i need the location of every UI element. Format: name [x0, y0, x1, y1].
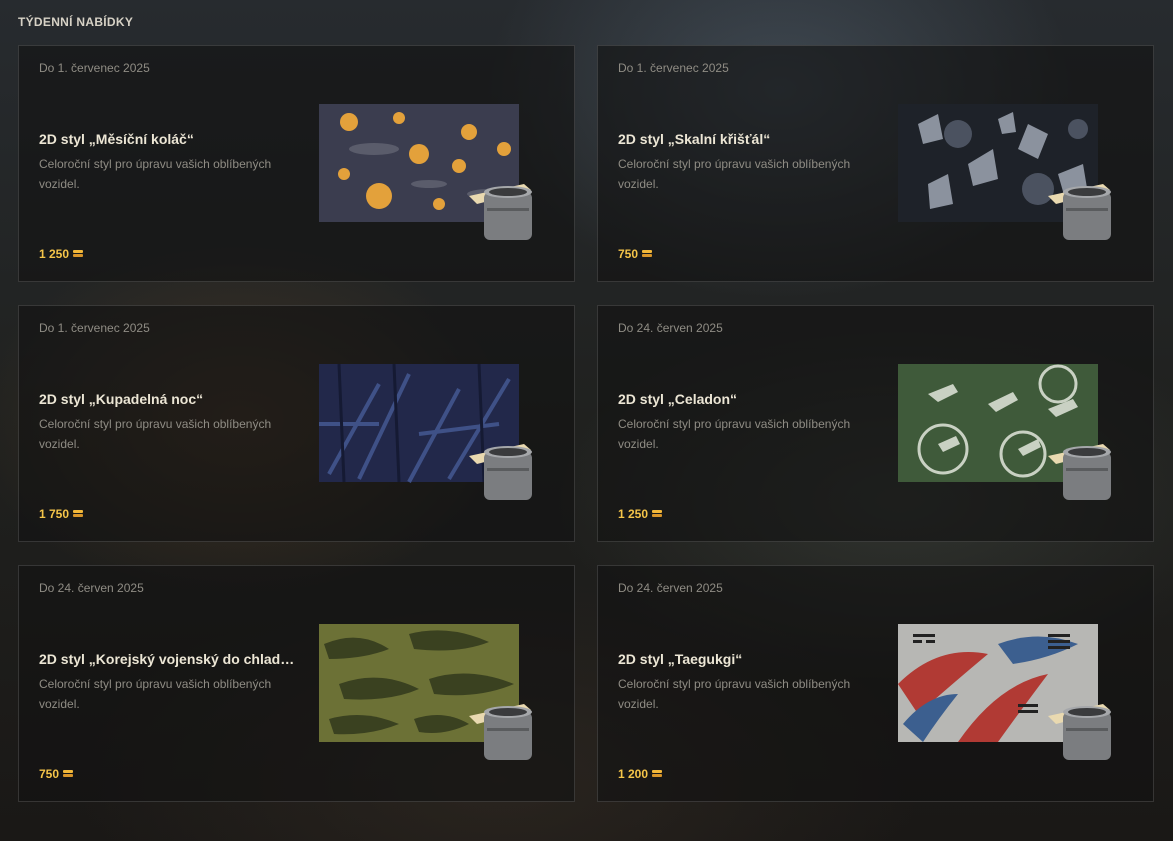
- section-title: TÝDENNÍ NABÍDKY: [18, 15, 134, 29]
- offer-price: 1 200: [618, 767, 663, 781]
- style-preview-image: [898, 364, 1118, 504]
- style-preview-image: [319, 104, 539, 244]
- offer-price: 1 750: [39, 507, 84, 521]
- style-preview-image: [319, 364, 539, 504]
- offer-price-value: 1 750: [39, 507, 70, 521]
- offer-description: Celoroční styl pro úpravu vašich oblíben…: [618, 157, 851, 191]
- offer-card-kupadelna-noc[interactable]: Do 1. červenec 2025 2D styl „Kupadelná n…: [18, 305, 575, 542]
- offer-date: Do 24. červen 2025: [618, 321, 723, 335]
- offer-price-value: 750: [618, 247, 639, 261]
- offer-price-value: 1 200: [618, 767, 649, 781]
- offer-name: 2D styl „Celadon“: [618, 391, 738, 407]
- offer-description: Celoroční styl pro úpravu vašich oblíben…: [39, 157, 272, 191]
- offer-card-korejsky-vojensky[interactable]: Do 24. červen 2025 2D styl „Korejský voj…: [18, 565, 575, 802]
- gold-icon: [642, 250, 653, 258]
- offer-date: Do 24. červen 2025: [39, 581, 144, 595]
- offer-price-value: 1 250: [618, 507, 649, 521]
- offer-description: Celoroční styl pro úpravu vašich oblíben…: [618, 417, 851, 451]
- offer-price-value: 750: [39, 767, 60, 781]
- style-preview-image: [898, 624, 1118, 764]
- offer-price: 1 250: [618, 507, 663, 521]
- offer-card-celadon[interactable]: Do 24. červen 2025 2D styl „Celadon“ Cel…: [597, 305, 1154, 542]
- style-preview-image: [898, 104, 1118, 244]
- offer-name: 2D styl „Měsíční koláč“: [39, 131, 194, 147]
- offer-name: 2D styl „Korejský vojenský do chladného …: [39, 651, 301, 667]
- style-preview-image: [319, 624, 539, 764]
- offer-description: Celoroční styl pro úpravu vašich oblíben…: [39, 677, 272, 711]
- offer-name: 2D styl „Skalní křišťál“: [618, 131, 771, 147]
- gold-icon: [73, 510, 84, 518]
- offer-price: 1 250: [39, 247, 84, 261]
- offers-grid: Do 1. červenec 2025 2D styl „Měsíční kol…: [18, 45, 1154, 802]
- offer-card-skalni-kristal[interactable]: Do 1. červenec 2025 2D styl „Skalní křiš…: [597, 45, 1154, 282]
- gold-icon: [73, 250, 84, 258]
- gold-icon: [63, 770, 74, 778]
- offer-card-mesicni-kolac[interactable]: Do 1. červenec 2025 2D styl „Měsíční kol…: [18, 45, 575, 282]
- offer-date: Do 24. červen 2025: [618, 581, 723, 595]
- gold-icon: [652, 770, 663, 778]
- offer-price-value: 1 250: [39, 247, 70, 261]
- offer-date: Do 1. červenec 2025: [39, 61, 150, 75]
- offer-date: Do 1. červenec 2025: [618, 61, 729, 75]
- offer-name: 2D styl „Kupadelná noc“: [39, 391, 204, 407]
- gold-icon: [652, 510, 663, 518]
- offer-card-taegukgi[interactable]: Do 24. červen 2025 2D styl „Taegukgi“ Ce…: [597, 565, 1154, 802]
- offer-description: Celoroční styl pro úpravu vašich oblíben…: [39, 417, 272, 451]
- offer-description: Celoroční styl pro úpravu vašich oblíben…: [618, 677, 851, 711]
- offer-price: 750: [39, 767, 74, 781]
- offer-price: 750: [618, 247, 653, 261]
- offer-date: Do 1. červenec 2025: [39, 321, 150, 335]
- offer-name: 2D styl „Taegukgi“: [618, 651, 743, 667]
